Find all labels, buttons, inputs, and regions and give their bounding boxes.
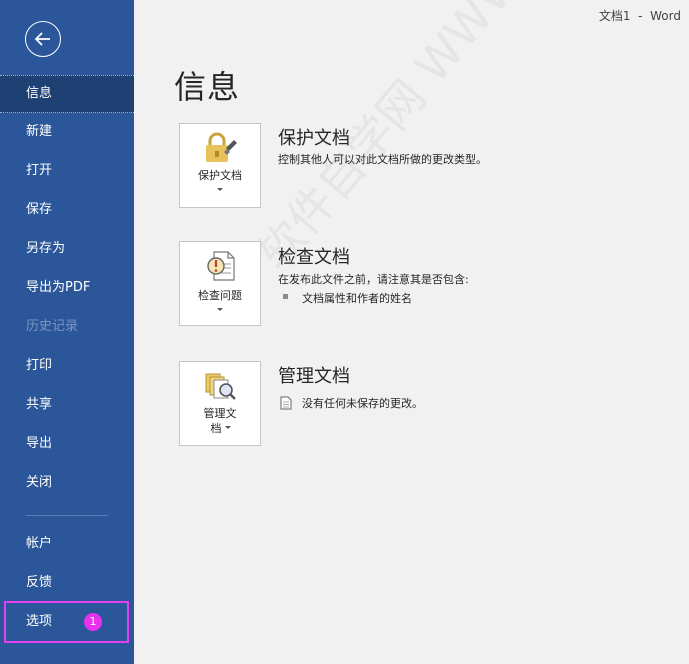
- nav-divider: [26, 515, 108, 516]
- nav-info[interactable]: 信息: [0, 75, 134, 113]
- nav-open[interactable]: 打开: [0, 152, 134, 190]
- nav-close[interactable]: 关闭: [0, 464, 134, 502]
- nav-save[interactable]: 保存: [0, 191, 134, 229]
- protect-document-description: 控制其他人可以对此文档所做的更改类型。: [278, 153, 487, 166]
- inspect-document-heading: 检查文档: [278, 247, 350, 268]
- manage-document-tile-label-line2: 档: [210, 422, 222, 435]
- protect-document-tile-label: 保护文档: [198, 169, 242, 182]
- step-badge: 1: [84, 613, 102, 631]
- nav-export-pdf[interactable]: 导出为PDF: [0, 269, 134, 307]
- manage-document-heading: 管理文档: [278, 366, 350, 387]
- nav-new[interactable]: 新建: [0, 113, 134, 151]
- nav-export[interactable]: 导出: [0, 425, 134, 463]
- nav-feedback[interactable]: 反馈: [0, 564, 134, 602]
- check-issues-tile-label: 检查问题: [198, 289, 242, 302]
- manage-document-description: 没有任何未保存的更改。: [302, 397, 423, 410]
- chevron-down-icon: [217, 308, 223, 311]
- document-icon: [280, 395, 292, 414]
- chevron-down-icon: [225, 426, 231, 429]
- manage-document-icon: [204, 370, 238, 406]
- protect-document-button[interactable]: 保护文档: [179, 123, 261, 208]
- back-button[interactable]: [25, 21, 61, 57]
- check-issues-button[interactable]: 检查问题: [179, 241, 261, 326]
- lock-icon: [204, 132, 238, 168]
- window-title: 文档1 - Word: [598, 9, 681, 23]
- inspect-bullet-item: 文档属性和作者的姓名: [302, 292, 412, 305]
- nav-print[interactable]: 打印: [0, 347, 134, 385]
- page-title: 信息: [174, 68, 241, 106]
- inspect-document-description: 在发布此文件之前，请注意其是否包含:: [278, 273, 469, 286]
- options-highlight-box: [4, 601, 129, 643]
- bullet-icon: [283, 294, 288, 299]
- backstage-sidebar: 信息 新建 打开 保存 另存为 导出为PDF 历史记录 打印 共享 导出 关闭 …: [0, 0, 134, 664]
- nav-account[interactable]: 帐户: [0, 525, 134, 563]
- nav-save-as[interactable]: 另存为: [0, 230, 134, 268]
- manage-document-tile-label-line1: 管理文: [203, 407, 237, 420]
- arrow-left-icon: [34, 32, 50, 46]
- manage-document-button[interactable]: 管理文 档: [179, 361, 261, 446]
- chevron-down-icon: [217, 188, 223, 191]
- inspect-document-icon: [204, 250, 238, 286]
- nav-history: 历史记录: [26, 319, 79, 334]
- nav-share[interactable]: 共享: [0, 386, 134, 424]
- protect-document-heading: 保护文档: [278, 128, 350, 149]
